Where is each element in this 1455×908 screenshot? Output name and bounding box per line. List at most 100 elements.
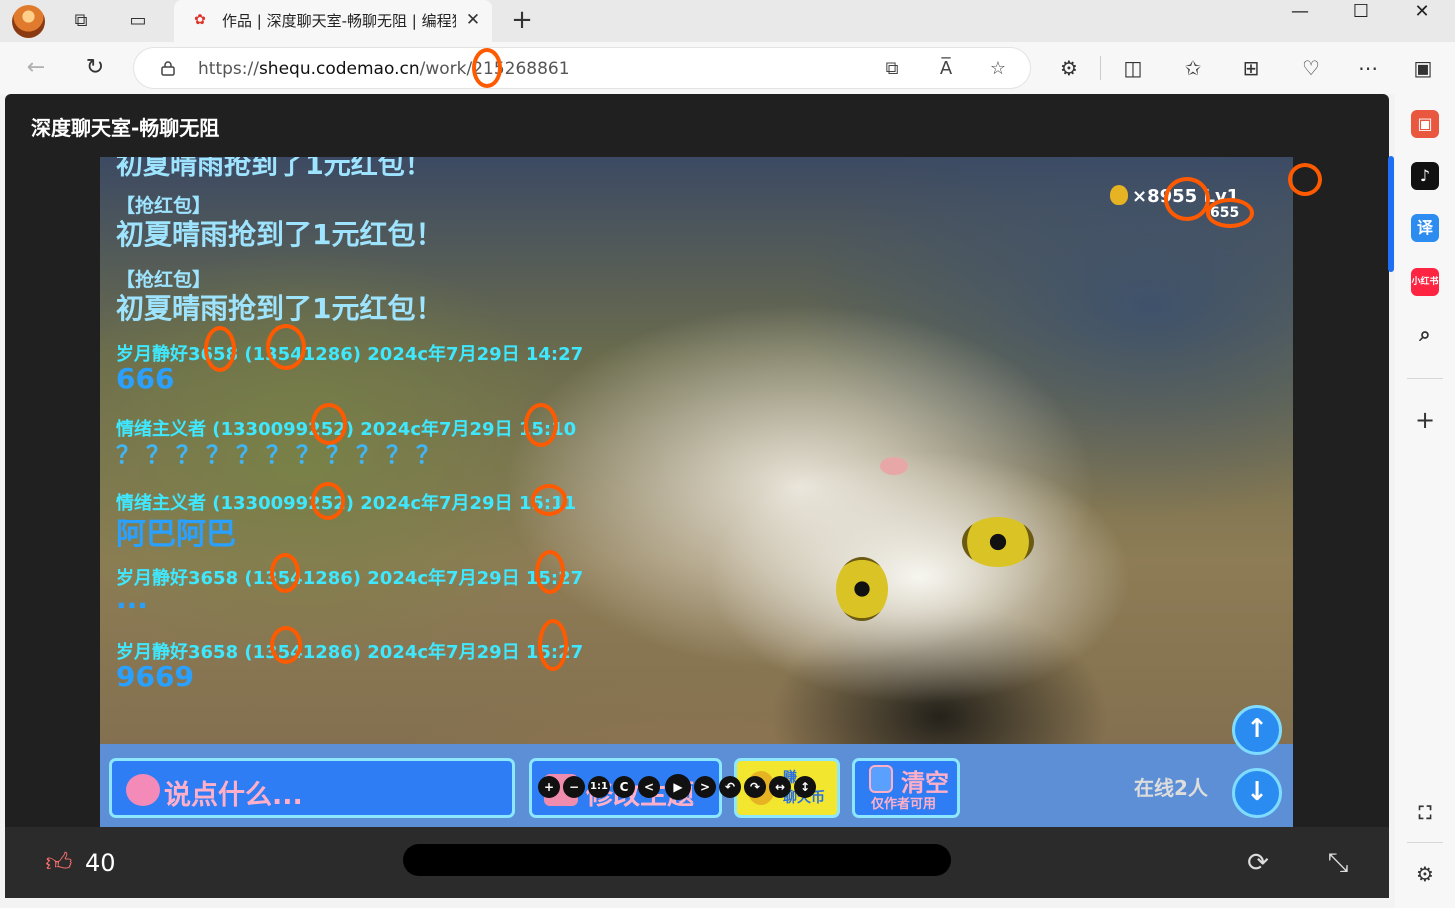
codemao-favicon-icon: ✿: [194, 12, 206, 28]
browser-titlebar: ⧉ ▭ ✿ 作品 | 深度聊天室-畅聊无阻 | 编程猫 ✕ + — ☐ ✕: [0, 0, 1455, 42]
browser-toolbar: ← ↻ https://shequ.codemao.cn/work/215268…: [0, 42, 1455, 94]
search-icon[interactable]: ⌕: [1411, 320, 1439, 348]
toolbar-divider: [1100, 56, 1101, 80]
clipped-message: 初夏晴雨抢到了1元红包！: [116, 157, 432, 181]
tab-close-icon[interactable]: ✕: [462, 9, 484, 31]
annotation-circle: [1164, 177, 1210, 221]
annotation-circle: [538, 619, 568, 671]
edge-sidebar: ▣ ♪ 译 小红书 ⌕ + ⛶ ⚙: [1388, 94, 1455, 908]
address-bar[interactable]: https://shequ.codemao.cn/work/215268861 …: [133, 47, 1031, 89]
flip-vertical-button[interactable]: ↕: [794, 776, 816, 798]
minimize-button[interactable]: —: [1270, 0, 1330, 26]
annotation-circle: [524, 403, 558, 447]
annotation-circle: [270, 553, 300, 593]
annotation-circle: [266, 324, 306, 370]
flip-horizontal-button[interactable]: ↔: [769, 776, 791, 798]
clear-sublabel: 仅作者可用: [871, 797, 937, 812]
reset-button[interactable]: C: [613, 776, 635, 798]
url-host: shequ.codemao.cn: [258, 59, 420, 79]
message-body: 初夏晴雨抢到了1元红包！: [116, 292, 444, 325]
translate-icon[interactable]: 译: [1411, 214, 1439, 242]
like-count: 40: [85, 849, 116, 877]
favorites-icon[interactable]: ✩: [1180, 55, 1206, 81]
url-prefix: https://: [198, 59, 259, 79]
annotation-circle: [311, 403, 347, 445]
new-tab-button[interactable]: +: [505, 4, 539, 38]
annotation-circle: [204, 326, 236, 372]
sidebar-divider: [1407, 842, 1443, 843]
play-button[interactable]: ▶: [665, 774, 691, 800]
cat-eye-image: [962, 517, 1034, 567]
annotation-circle: [472, 48, 502, 88]
favorite-star-icon[interactable]: ☆: [986, 58, 1010, 80]
clear-chat-button[interactable]: 清空 仅作者可用: [852, 758, 960, 818]
tab-title: 作品 | 深度聊天室-畅聊无阻 | 编程猫: [222, 12, 456, 30]
cat-nose-image: [880, 457, 908, 475]
redacted-area: [403, 844, 951, 876]
settings-icon[interactable]: ⚙: [1411, 860, 1439, 888]
annotation-circle: [270, 626, 302, 664]
annotation-circle: [1206, 198, 1254, 228]
close-window-button[interactable]: ✕: [1392, 0, 1452, 26]
tiktok-icon[interactable]: ♪: [1411, 162, 1439, 190]
open-in-app-icon[interactable]: ⧉: [880, 58, 904, 80]
workspaces-icon[interactable]: ⧉: [68, 8, 94, 34]
trash-icon: [869, 765, 893, 793]
message-body: ？？？？？？？？？？？: [116, 441, 446, 469]
xiaohongshu-icon[interactable]: 小红书: [1411, 268, 1439, 296]
annotation-circle: [535, 550, 565, 594]
restart-icon[interactable]: ⟳: [1242, 847, 1274, 879]
page-scrollbar[interactable]: [1388, 156, 1394, 272]
chat-bubble-icon: [126, 774, 160, 806]
message-body: 阿巴阿巴: [116, 517, 236, 552]
tools-icon[interactable]: ▣: [1411, 110, 1439, 138]
message-input-button[interactable]: 说点什么...: [109, 758, 515, 818]
rotate-right-button[interactable]: ↷: [744, 776, 766, 798]
extensions-icon[interactable]: ⚙: [1056, 55, 1082, 81]
profile-avatar[interactable]: [12, 5, 45, 38]
add-icon[interactable]: +: [1411, 406, 1439, 434]
cat-eye-image: [836, 557, 888, 621]
split-screen-icon[interactable]: ◫: [1120, 55, 1146, 81]
screenshot-icon[interactable]: ⛶: [1411, 800, 1439, 828]
player-bar: 👍︎ 40 ⟳ ⤡: [5, 827, 1389, 898]
exit-fullscreen-icon[interactable]: ⤡: [1322, 847, 1354, 879]
project-title: 深度聊天室-畅聊无阻: [31, 116, 220, 140]
stage-canvas[interactable]: 初夏晴雨抢到了1元红包！ 【抢红包】 初夏晴雨抢到了1元红包！ 【抢红包】 初夏…: [100, 157, 1293, 827]
message-body: 666: [116, 362, 175, 395]
maximize-button[interactable]: ☐: [1331, 0, 1391, 26]
back-icon[interactable]: ←: [22, 54, 50, 82]
more-menu-icon[interactable]: ⋯: [1355, 55, 1381, 81]
money-bag-icon: [1110, 185, 1128, 205]
prev-button[interactable]: <: [638, 776, 660, 798]
collections-icon[interactable]: ⊞: [1238, 55, 1264, 81]
message-meta: 岁月静好3658 (13541286) 2024c年7月29日 14:27: [116, 344, 584, 365]
rotate-left-button[interactable]: ↶: [719, 776, 741, 798]
next-button[interactable]: >: [694, 776, 716, 798]
message-body: ...: [116, 582, 148, 615]
read-aloud-icon[interactable]: A̅: [934, 58, 958, 80]
annotation-circle: [531, 484, 567, 516]
sidebar-toggle-icon[interactable]: ▣: [1410, 55, 1436, 81]
lock-icon[interactable]: [160, 60, 176, 76]
message-body: 9669: [116, 660, 194, 693]
tab-active[interactable]: ✿ 作品 | 深度聊天室-畅聊无阻 | 编程猫 ✕: [174, 0, 492, 42]
scroll-down-button[interactable]: ↓: [1232, 768, 1282, 818]
chat-message-list: 初夏晴雨抢到了1元红包！ 【抢红包】 初夏晴雨抢到了1元红包！ 【抢红包】 初夏…: [108, 157, 708, 737]
message-body: 初夏晴雨抢到了1元红包！: [116, 218, 444, 251]
scroll-up-button[interactable]: ↑: [1232, 705, 1282, 755]
annotation-circle: [311, 482, 345, 520]
zoom-out-button[interactable]: −: [563, 776, 585, 798]
sidebar-divider: [1407, 378, 1443, 379]
message-meta: 岁月静好3658 (13541286) 2024c年7月29日 15:27: [116, 568, 584, 589]
refresh-icon[interactable]: ↻: [81, 54, 109, 82]
thumbs-up-icon[interactable]: 👍︎: [43, 847, 75, 879]
annotation-circle: [1288, 163, 1322, 196]
online-count: 在线2人: [1134, 776, 1208, 800]
actual-size-button[interactable]: 1:1: [588, 776, 610, 798]
browser-essentials-icon[interactable]: ♡: [1298, 55, 1324, 81]
vertical-tabs-icon[interactable]: ▭: [125, 8, 151, 34]
zoom-in-button[interactable]: +: [538, 776, 560, 798]
url-text[interactable]: https://shequ.codemao.cn/work/215268861: [198, 59, 570, 79]
message-input-placeholder: 说点什么...: [164, 780, 303, 811]
